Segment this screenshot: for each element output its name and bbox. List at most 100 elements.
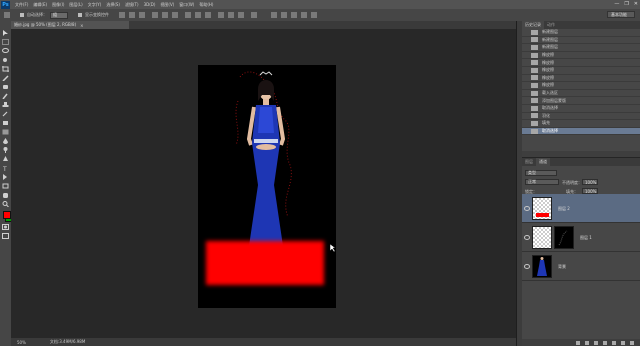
move-tool-icon[interactable] — [2, 30, 9, 36]
layer-filter-dropdown[interactable]: 类型 — [525, 170, 557, 176]
menu-type[interactable]: 文字(Y) — [88, 2, 102, 8]
menu-select[interactable]: 选择(S) — [106, 2, 120, 8]
visibility-eye-icon[interactable] — [524, 206, 530, 211]
layer-name[interactable]: 图层 2 — [558, 206, 570, 212]
blur-tool-icon[interactable] — [2, 138, 9, 144]
delete-layer-icon[interactable] — [630, 340, 634, 345]
menu-help[interactable]: 帮助(H) — [199, 2, 213, 8]
distribute-right-icon[interactable] — [238, 12, 244, 18]
tab-history[interactable]: 历史记录 — [522, 21, 544, 29]
show-transform-checkbox[interactable] — [78, 13, 82, 17]
menu-filter[interactable]: 滤镜(T) — [125, 2, 139, 8]
align-hcenter-icon[interactable] — [162, 12, 168, 18]
distribute-hcenter-icon[interactable] — [228, 12, 234, 18]
clone-stamp-tool-icon[interactable] — [2, 102, 9, 108]
workspace-switcher[interactable]: 基本功能 — [607, 11, 635, 18]
3d-pan-icon[interactable] — [291, 12, 297, 18]
distribute-vcenter-icon[interactable] — [195, 12, 201, 18]
3d-rotate-icon[interactable] — [281, 12, 287, 18]
type-tool-icon[interactable]: T — [2, 165, 9, 171]
opacity-field[interactable]: 100% — [582, 179, 598, 185]
auto-select-dropdown[interactable]: 组 — [50, 11, 68, 19]
path-selection-tool-icon[interactable] — [2, 174, 9, 180]
visibility-eye-icon[interactable] — [524, 235, 530, 240]
layer-style-icon[interactable] — [585, 340, 589, 345]
add-mask-icon[interactable] — [594, 340, 598, 345]
menu-image[interactable]: 图像(I) — [52, 2, 64, 8]
align-top-icon[interactable] — [119, 12, 125, 18]
layer-name[interactable]: 图层 1 — [580, 235, 592, 241]
screen-mode-icon[interactable] — [2, 233, 9, 239]
link-layers-icon[interactable] — [576, 340, 580, 345]
history-item[interactable]: 添加图层蒙版 — [522, 97, 640, 105]
history-item[interactable]: 橡皮擦 — [522, 82, 640, 90]
foreground-color-swatch[interactable] — [3, 211, 11, 219]
document-tab-close-button[interactable]: × — [80, 23, 83, 28]
visibility-eye-icon[interactable] — [524, 264, 530, 269]
auto-align-icon[interactable] — [251, 12, 257, 18]
hand-tool-icon[interactable] — [2, 192, 9, 198]
menu-layer[interactable]: 图层(L) — [69, 2, 82, 8]
new-group-icon[interactable] — [612, 340, 616, 345]
tab-channels[interactable]: 通道 — [536, 158, 550, 166]
3d-scale-icon[interactable] — [311, 12, 317, 18]
history-item[interactable]: 载入选区 — [522, 90, 640, 98]
dodge-tool-icon[interactable] — [2, 147, 9, 153]
adjustment-layer-icon[interactable] — [603, 340, 607, 345]
quick-mask-icon[interactable] — [2, 224, 9, 230]
3d-slide-icon[interactable] — [301, 12, 307, 18]
distribute-bottom-icon[interactable] — [205, 12, 211, 18]
menu-file[interactable]: 文件(F) — [15, 2, 28, 8]
layer-row-layer1[interactable]: 图层 1 — [522, 223, 640, 252]
layer-mask-thumbnail[interactable] — [554, 226, 574, 249]
lasso-tool-icon[interactable] — [2, 48, 9, 54]
document-canvas[interactable] — [198, 65, 336, 308]
history-item[interactable]: 新建图层 — [522, 44, 640, 52]
zoom-level[interactable]: 50% — [17, 340, 26, 345]
history-item[interactable]: 取消选择 — [522, 105, 640, 113]
document-tab[interactable]: 婚纱.jpg @ 50% (图层 2, RGB/8) × — [11, 21, 129, 29]
history-item[interactable]: 橡皮擦 — [522, 67, 640, 75]
menu-edit[interactable]: 编辑(E) — [33, 2, 47, 8]
menu-3d[interactable]: 3D(D) — [144, 2, 156, 7]
minimize-button[interactable]: — — [614, 1, 619, 7]
align-bottom-icon[interactable] — [139, 12, 145, 18]
brush-tool-icon[interactable] — [2, 93, 9, 99]
distribute-left-icon[interactable] — [218, 12, 224, 18]
history-item[interactable]: 填充 — [522, 120, 640, 128]
tab-layers[interactable]: 图层 — [522, 158, 536, 166]
distribute-top-icon[interactable] — [185, 12, 191, 18]
layer-row-layer2[interactable]: 图层 2 — [522, 194, 640, 223]
layer-name[interactable]: 背景 — [558, 264, 566, 270]
history-item[interactable]: 橡皮擦 — [522, 75, 640, 83]
auto-select-checkbox[interactable] — [20, 13, 24, 17]
eyedropper-tool-icon[interactable] — [2, 75, 9, 81]
menu-window[interactable]: 窗口(W) — [179, 2, 194, 8]
quick-select-tool-icon[interactable] — [2, 57, 9, 63]
align-vcenter-icon[interactable] — [129, 12, 135, 18]
blend-mode-dropdown[interactable]: 正常 — [525, 179, 559, 185]
marquee-tool-icon[interactable] — [2, 39, 9, 45]
history-item[interactable]: 橡皮擦 — [522, 52, 640, 60]
history-item[interactable]: 新建图层 — [522, 29, 640, 37]
crop-tool-icon[interactable] — [2, 66, 9, 72]
new-layer-icon[interactable] — [621, 340, 625, 345]
history-brush-tool-icon[interactable] — [2, 111, 9, 117]
gradient-tool-icon[interactable] — [2, 129, 9, 135]
zoom-tool-icon[interactable] — [2, 201, 9, 207]
tab-actions[interactable]: 动作 — [544, 21, 558, 29]
restore-button[interactable]: ❐ — [624, 1, 628, 7]
history-item[interactable]: 新建图层 — [522, 37, 640, 45]
close-button[interactable]: ✕ — [634, 1, 638, 7]
shape-tool-icon[interactable] — [2, 183, 9, 189]
pen-tool-icon[interactable] — [2, 156, 9, 162]
eraser-tool-icon[interactable] — [2, 120, 9, 126]
menu-view[interactable]: 视图(V) — [160, 2, 174, 8]
history-item[interactable]: 羽化 — [522, 113, 640, 121]
healing-brush-tool-icon[interactable] — [2, 84, 9, 90]
align-left-icon[interactable] — [152, 12, 158, 18]
layer-row-background[interactable]: 背景 — [522, 252, 640, 281]
history-item[interactable]: 橡皮擦 — [522, 59, 640, 67]
history-item-selected[interactable]: 取消选择 — [522, 127, 640, 136]
align-right-icon[interactable] — [172, 12, 178, 18]
